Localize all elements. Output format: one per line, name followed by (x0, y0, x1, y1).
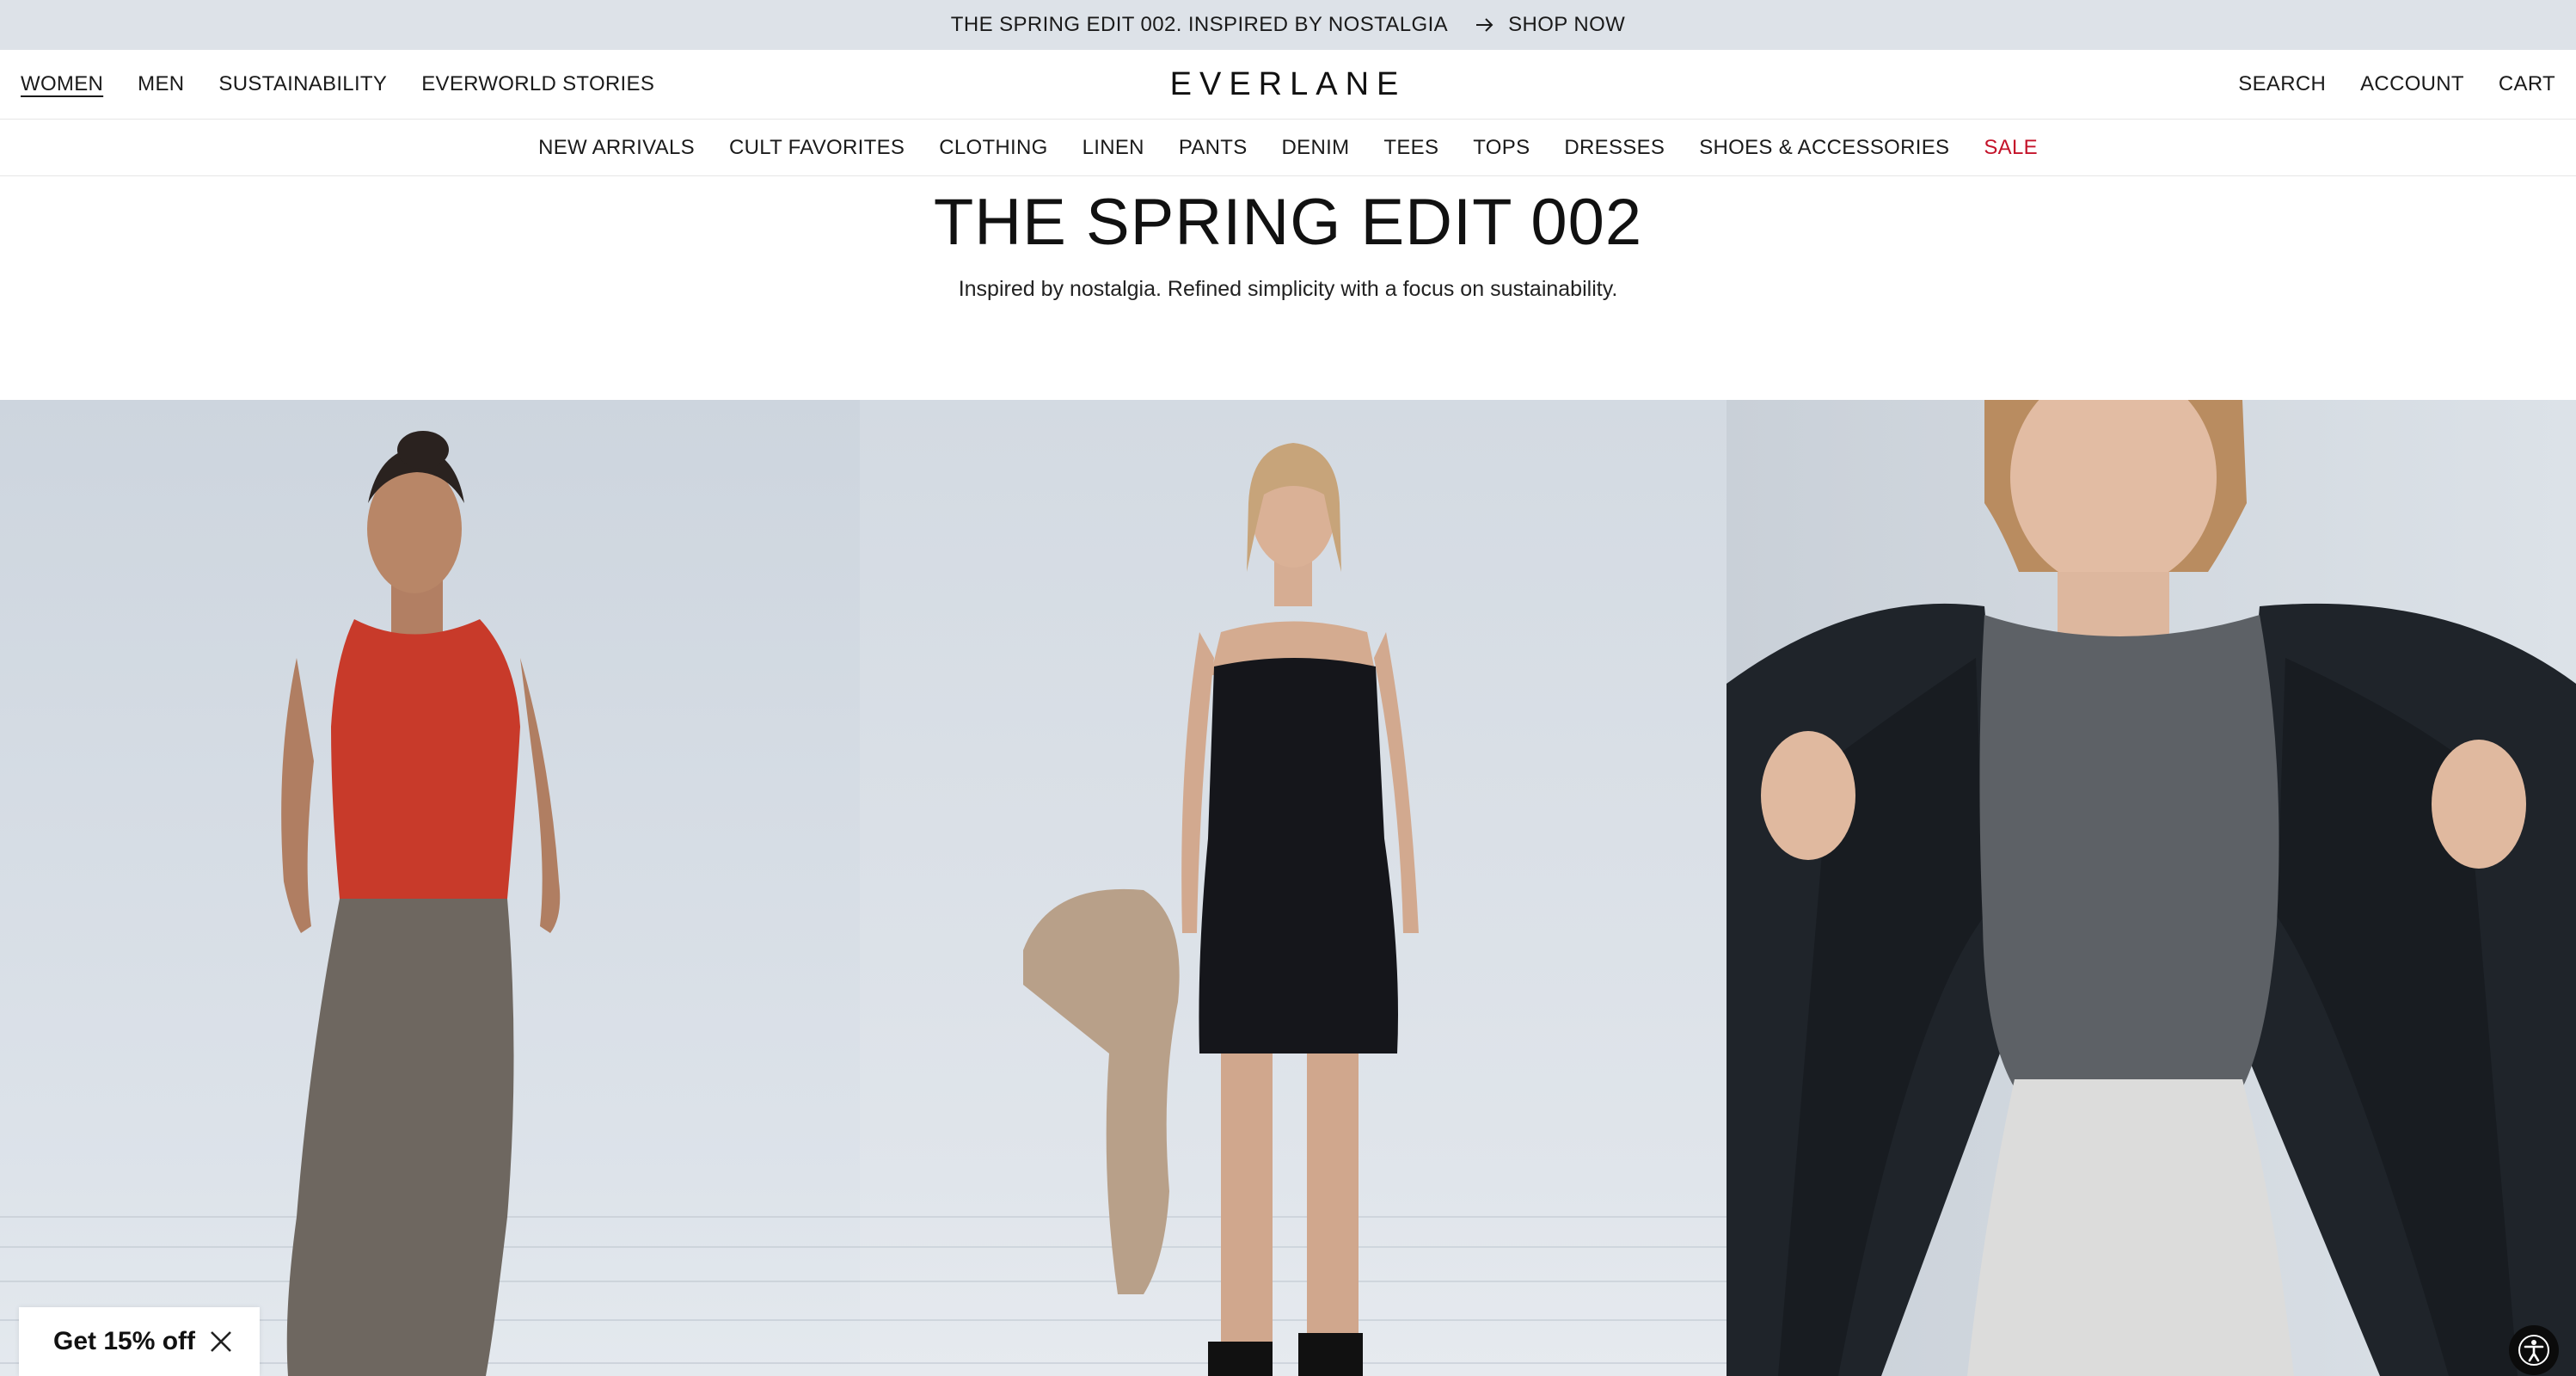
nav-everworld-stories-link[interactable]: EVERWORLD STORIES (421, 72, 654, 96)
accessibility-icon[interactable] (2509, 1325, 2559, 1375)
hero-image-grid (0, 400, 2576, 1376)
hero-title-number: 002 (1530, 186, 1643, 259)
primary-nav: WOMEN MEN SUSTAINABILITY EVERWORLD STORI… (0, 50, 2576, 120)
hero-image-gray-tee[interactable] (1727, 400, 2576, 1376)
category-pants[interactable]: PANTS (1179, 136, 1248, 160)
announcement-text: THE SPRING EDIT 002. INSPIRED BY NOSTALG… (950, 13, 1449, 36)
arrow-right-icon (1475, 17, 1494, 33)
announcement-bar: THE SPRING EDIT 002. INSPIRED BY NOSTALG… (0, 0, 2576, 50)
category-cult-favorites[interactable]: CULT FAVORITES (729, 136, 905, 160)
category-new-arrivals[interactable]: NEW ARRIVALS (538, 136, 695, 160)
category-shoes-accessories[interactable]: SHOES & ACCESSORIES (1699, 136, 1949, 160)
hero-subtitle: Inspired by nostalgia. Refined simplicit… (958, 277, 1618, 301)
category-nav: NEW ARRIVALS CULT FAVORITES CLOTHING LIN… (0, 120, 2576, 176)
hero-heading: THE SPRING EDIT 002 Inspired by nostalgi… (0, 176, 2576, 400)
nav-sustainability-link[interactable]: SUSTAINABILITY (218, 72, 387, 96)
hero-title-main: THE SPRING EDIT (933, 186, 1531, 259)
category-tees[interactable]: TEES (1383, 136, 1438, 160)
nav-men-link[interactable]: MEN (138, 72, 184, 96)
primary-nav-left: WOMEN MEN SUSTAINABILITY EVERWORLD STORI… (21, 72, 654, 96)
close-icon[interactable] (208, 1329, 234, 1354)
hero-image-black-dress[interactable] (860, 400, 1727, 1376)
discount-promo-tab[interactable]: Get 15% off (19, 1307, 260, 1376)
nav-women-link[interactable]: WOMEN (21, 72, 103, 96)
hero-image-red-top[interactable] (0, 400, 860, 1376)
category-clothing[interactable]: CLOTHING (939, 136, 1047, 160)
promo-label[interactable]: Get 15% off (53, 1327, 195, 1356)
category-denim[interactable]: DENIM (1282, 136, 1350, 160)
shop-now-link[interactable]: SHOP NOW (1508, 13, 1625, 37)
hero-title: THE SPRING EDIT 002 (0, 185, 2576, 260)
search-link[interactable]: SEARCH (2238, 72, 2326, 96)
category-tops[interactable]: TOPS (1473, 136, 1530, 160)
brand-logo[interactable]: EVERLANE (1170, 66, 1407, 103)
category-linen[interactable]: LINEN (1083, 136, 1144, 160)
account-link[interactable]: ACCOUNT (2360, 72, 2464, 96)
category-sale[interactable]: SALE (1984, 136, 2038, 160)
primary-nav-right: SEARCH ACCOUNT CART (2238, 72, 2555, 96)
cart-link[interactable]: CART (2499, 72, 2555, 96)
category-dresses[interactable]: DRESSES (1564, 136, 1665, 160)
